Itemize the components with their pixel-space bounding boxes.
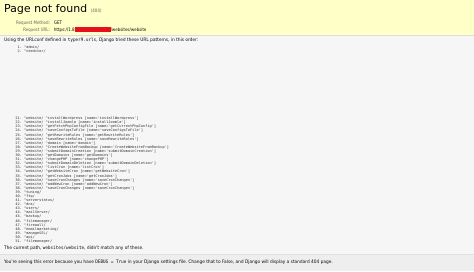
explanation-section: You're seeing this error because you hav…: [0, 255, 474, 271]
debug-setting: DEBUG = True: [95, 260, 127, 265]
page-title-text: Page not found: [4, 2, 88, 15]
current-path-value: websites/website: [42, 246, 85, 252]
request-method-row: Request Method: GET: [16, 19, 146, 26]
request-url-value: https://1.8/websites/website: [54, 26, 146, 33]
urlconf-intro: Using the URLconf defined in typer9.urls…: [4, 38, 470, 43]
explanation-end: in your Django settings file. Change tha…: [127, 260, 333, 265]
urlconf-intro-start: Using the URLconf defined in: [4, 38, 67, 43]
request-url-suffix: /websites/website: [110, 26, 147, 32]
redaction-bar: [74, 27, 111, 33]
error-summary: Page not found (404) Request Method: GET…: [0, 0, 474, 36]
urlconf-module: typer9.urls: [67, 38, 97, 43]
list-gap: [4, 53, 470, 114]
urlconf-intro-end: , Django tried these URL patterns, in th…: [96, 38, 199, 43]
info-section: Using the URLconf defined in typer9.urls…: [0, 36, 474, 255]
request-method-label: Request Method:: [16, 20, 50, 25]
page-title: Page not found (404): [4, 2, 470, 17]
current-path-label: The current path,: [4, 246, 42, 252]
request-url-prefix: https://1.8: [53, 26, 75, 32]
explanation-start: You're seeing this error because you hav…: [4, 260, 94, 265]
request-url-label: Request URL:: [23, 27, 50, 32]
request-method-value: GET: [53, 20, 62, 25]
url-patterns-list-top: ^admin/^ckeditor/: [4, 45, 470, 53]
request-meta-table: Request Method: GET Request URL: https:/…: [16, 19, 146, 33]
current-path-suffix: , didn't match any of these.: [84, 246, 144, 252]
url-pattern-item: ^filemanager/: [24, 239, 470, 243]
status-code: (404): [90, 8, 102, 13]
current-path-message: The current path, websites/website, didn…: [4, 246, 470, 251]
url-patterns-list: ^website/ ^installWordpress [name='insta…: [4, 116, 470, 243]
request-url-row: Request URL: https://1.8/websites/websit…: [16, 26, 146, 33]
